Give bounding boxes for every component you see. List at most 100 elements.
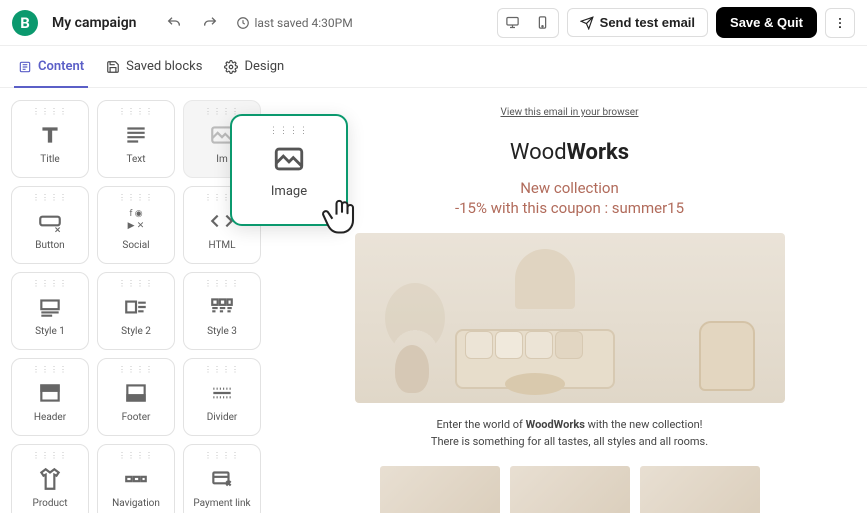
desktop-icon bbox=[505, 15, 520, 30]
block-label: Divider bbox=[207, 412, 238, 423]
social-icon: f ◉▶ ✕ bbox=[121, 208, 151, 234]
thumbnail-image bbox=[380, 466, 500, 513]
block-product[interactable]: ⋮⋮⋮⋮ Product bbox=[11, 444, 89, 513]
campaign-name: My campaign bbox=[52, 15, 136, 31]
block-label: Navigation bbox=[112, 498, 160, 509]
drag-handle-icon: ⋮⋮⋮⋮ bbox=[204, 451, 240, 460]
save-quit-button[interactable]: Save & Quit bbox=[716, 7, 817, 38]
drag-handle-icon: ⋮⋮⋮⋮ bbox=[118, 279, 154, 288]
style3-icon bbox=[209, 294, 235, 320]
block-style3[interactable]: ⋮⋮⋮⋮ Style 3 bbox=[183, 272, 261, 350]
block-footer[interactable]: ⋮⋮⋮⋮ Footer bbox=[97, 358, 175, 436]
thumbnail-row bbox=[355, 466, 785, 513]
block-label: Style 2 bbox=[121, 326, 151, 337]
block-label: Product bbox=[33, 498, 68, 509]
email-preview: View this email in your browser WoodWork… bbox=[272, 88, 867, 513]
send-test-email-button[interactable]: Send test email bbox=[567, 8, 708, 37]
drag-handle-icon: ⋮⋮⋮⋮ bbox=[118, 365, 154, 374]
undo-icon bbox=[166, 15, 182, 31]
tab-content[interactable]: Content bbox=[18, 46, 84, 87]
block-button[interactable]: ⋮⋮⋮⋮ Button bbox=[11, 186, 89, 264]
save-icon bbox=[106, 60, 120, 74]
brand-logo: B bbox=[12, 10, 38, 36]
mobile-preview-button[interactable] bbox=[528, 9, 558, 37]
brand-name: WoodWorks bbox=[355, 140, 785, 165]
drag-handle-icon: ⋮⋮⋮⋮ bbox=[32, 365, 68, 374]
redo-button[interactable] bbox=[196, 9, 224, 37]
style1-icon bbox=[37, 294, 63, 320]
body-pre: Enter the world of bbox=[436, 418, 525, 431]
drag-handle-icon: ⋮⋮⋮⋮ bbox=[118, 451, 154, 460]
promo-headline: New collection bbox=[355, 179, 785, 197]
brand-bold: Works bbox=[567, 140, 629, 165]
text-icon bbox=[123, 122, 149, 148]
tab-design[interactable]: Design bbox=[224, 46, 284, 87]
divider-icon bbox=[209, 380, 235, 406]
tab-content-label: Content bbox=[38, 59, 84, 74]
drag-handle-icon: ⋮⋮⋮⋮ bbox=[32, 451, 68, 460]
content-icon bbox=[18, 60, 32, 74]
more-menu-button[interactable] bbox=[825, 8, 855, 38]
hero-image bbox=[355, 233, 785, 403]
undo-button[interactable] bbox=[160, 9, 188, 37]
style2-icon bbox=[123, 294, 149, 320]
block-label: Header bbox=[34, 412, 66, 423]
send-test-label: Send test email bbox=[600, 15, 695, 30]
image-icon bbox=[272, 142, 306, 176]
drag-handle-icon: ⋮⋮⋮⋮ bbox=[118, 107, 154, 116]
block-label: Social bbox=[122, 240, 149, 251]
tab-saved-blocks[interactable]: Saved blocks bbox=[106, 46, 202, 87]
send-icon bbox=[580, 16, 594, 30]
block-style2[interactable]: ⋮⋮⋮⋮ Style 2 bbox=[97, 272, 175, 350]
desktop-preview-button[interactable] bbox=[498, 9, 528, 37]
footer-icon bbox=[123, 380, 149, 406]
body-post: with the new collection! bbox=[585, 418, 703, 431]
block-style1[interactable]: ⋮⋮⋮⋮ Style 1 bbox=[11, 272, 89, 350]
title-icon bbox=[37, 122, 63, 148]
block-title[interactable]: ⋮⋮⋮⋮ Title bbox=[11, 100, 89, 178]
tab-saved-blocks-label: Saved blocks bbox=[126, 59, 202, 74]
drag-handle-icon: ⋮⋮⋮⋮ bbox=[269, 126, 309, 136]
body-copy: Enter the world of WoodWorks with the ne… bbox=[355, 417, 785, 450]
cursor-hand-icon bbox=[320, 194, 364, 238]
promo-coupon: -15% with this coupon : summer15 bbox=[355, 199, 785, 217]
button-icon bbox=[37, 208, 63, 234]
block-label: Style 3 bbox=[207, 326, 237, 337]
block-payment-link[interactable]: ⋮⋮⋮⋮ Payment link bbox=[183, 444, 261, 513]
dragging-block-label: Image bbox=[271, 184, 307, 199]
drag-handle-icon: ⋮⋮⋮⋮ bbox=[32, 193, 68, 202]
block-label: HTML bbox=[208, 240, 235, 251]
more-vertical-icon bbox=[833, 16, 847, 30]
mobile-icon bbox=[535, 15, 550, 30]
last-saved: last saved 4:30PM bbox=[236, 16, 352, 30]
body-bold: WoodWorks bbox=[526, 418, 585, 431]
drag-handle-icon: ⋮⋮⋮⋮ bbox=[204, 279, 240, 288]
blocks-grid: ⋮⋮⋮⋮ Title ⋮⋮⋮⋮ Text ⋮⋮⋮⋮ Im ⋮⋮⋮⋮ Button bbox=[10, 100, 262, 513]
block-label: Footer bbox=[122, 412, 151, 423]
clock-icon bbox=[236, 16, 250, 30]
drag-handle-icon: ⋮⋮⋮⋮ bbox=[118, 193, 154, 202]
thumbnail-image bbox=[640, 466, 760, 513]
main-area: ⋮⋮⋮⋮ Title ⋮⋮⋮⋮ Text ⋮⋮⋮⋮ Im ⋮⋮⋮⋮ Button bbox=[0, 88, 867, 513]
block-label: Payment link bbox=[193, 498, 250, 509]
shirt-icon bbox=[37, 466, 63, 492]
top-bar: B My campaign last saved 4:30PM Send tes… bbox=[0, 0, 867, 46]
drag-handle-icon: ⋮⋮⋮⋮ bbox=[32, 279, 68, 288]
tab-design-label: Design bbox=[244, 59, 284, 74]
body-line2: There is something for all tastes, all s… bbox=[431, 435, 708, 448]
block-text[interactable]: ⋮⋮⋮⋮ Text bbox=[97, 100, 175, 178]
payment-icon bbox=[209, 466, 235, 492]
view-in-browser-link[interactable]: View this email in your browser bbox=[501, 107, 639, 118]
redo-icon bbox=[202, 15, 218, 31]
block-header[interactable]: ⋮⋮⋮⋮ Header bbox=[11, 358, 89, 436]
block-label: Text bbox=[126, 154, 145, 165]
navigation-icon bbox=[123, 466, 149, 492]
editor-tabs: Content Saved blocks Design bbox=[0, 46, 867, 88]
device-preview-group bbox=[497, 8, 559, 38]
brand-light: Wood bbox=[510, 140, 567, 165]
drag-handle-icon: ⋮⋮⋮⋮ bbox=[204, 107, 240, 116]
block-divider[interactable]: ⋮⋮⋮⋮ Divider bbox=[183, 358, 261, 436]
gear-icon bbox=[224, 60, 238, 74]
block-social[interactable]: ⋮⋮⋮⋮ f ◉▶ ✕ Social bbox=[97, 186, 175, 264]
block-navigation[interactable]: ⋮⋮⋮⋮ Navigation bbox=[97, 444, 175, 513]
